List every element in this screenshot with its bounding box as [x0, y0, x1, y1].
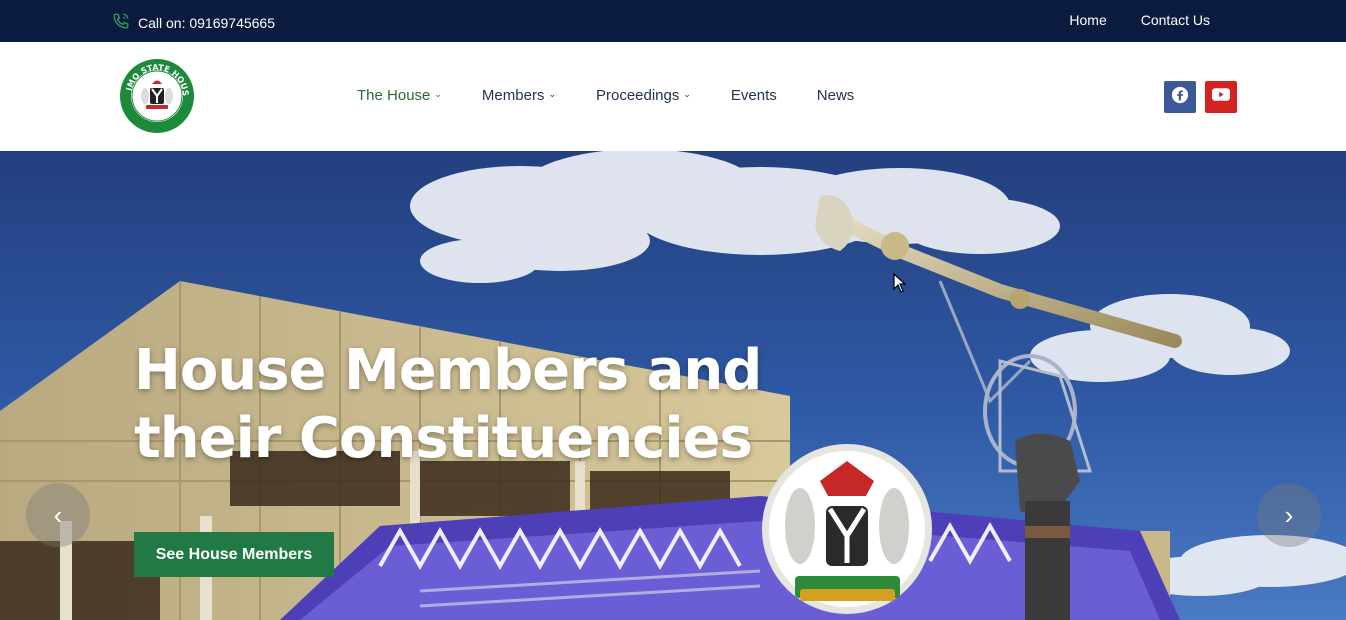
- chevron-right-icon: ›: [1284, 499, 1294, 530]
- call-text: Call on: 09169745665: [138, 14, 276, 31]
- facebook-button[interactable]: [1164, 81, 1196, 113]
- nav-label: Members: [481, 87, 545, 104]
- nav-label: Events: [730, 87, 777, 104]
- phone-icon: [112, 12, 130, 33]
- nav-item-events[interactable]: Events: [731, 87, 777, 104]
- nav-item-news[interactable]: News: [817, 87, 855, 104]
- hero-title: House Members and their Constituencies: [134, 338, 762, 471]
- facebook-icon: [1171, 86, 1189, 109]
- mouse-cursor-icon: [893, 273, 907, 293]
- nav-item-proceedings[interactable]: Proceedings ⌄: [596, 87, 691, 104]
- social-links: [1164, 81, 1237, 113]
- call-info: Call on: 09169745665: [112, 12, 275, 33]
- youtube-button[interactable]: [1205, 81, 1237, 113]
- top-links: Home Contact Us: [1069, 12, 1210, 28]
- top-bar: Call on: 09169745665 Home Contact Us: [0, 0, 1346, 42]
- nav-label: The House: [357, 87, 431, 104]
- hero-slider: House Members and their Constituencies S…: [0, 151, 1346, 620]
- top-link-contact-us[interactable]: Contact Us: [1141, 12, 1210, 28]
- slider-prev-button[interactable]: ‹: [26, 483, 90, 547]
- chevron-down-icon: ⌄: [683, 89, 691, 99]
- nav-label: News: [816, 87, 855, 104]
- slider-next-button[interactable]: ›: [1257, 483, 1321, 547]
- chevron-down-icon: ⌄: [434, 89, 442, 99]
- main-nav: The House ⌄ Members ⌄ Proceedings ⌄ Even…: [357, 87, 854, 104]
- see-house-members-button[interactable]: See House Members: [134, 532, 334, 577]
- nav-label: Proceedings: [595, 87, 680, 104]
- chevron-left-icon: ‹: [53, 499, 63, 530]
- top-link-home[interactable]: Home: [1069, 12, 1106, 28]
- nav-item-the-house[interactable]: The House ⌄: [357, 87, 442, 104]
- nav-item-members[interactable]: Members ⌄: [482, 87, 556, 104]
- main-header: IMO STATE HOUSE OF ASSEMBLY The House ⌄ …: [0, 42, 1346, 151]
- youtube-icon: [1212, 88, 1230, 106]
- chevron-down-icon: ⌄: [548, 89, 556, 99]
- assembly-logo[interactable]: IMO STATE HOUSE OF ASSEMBLY: [116, 51, 195, 134]
